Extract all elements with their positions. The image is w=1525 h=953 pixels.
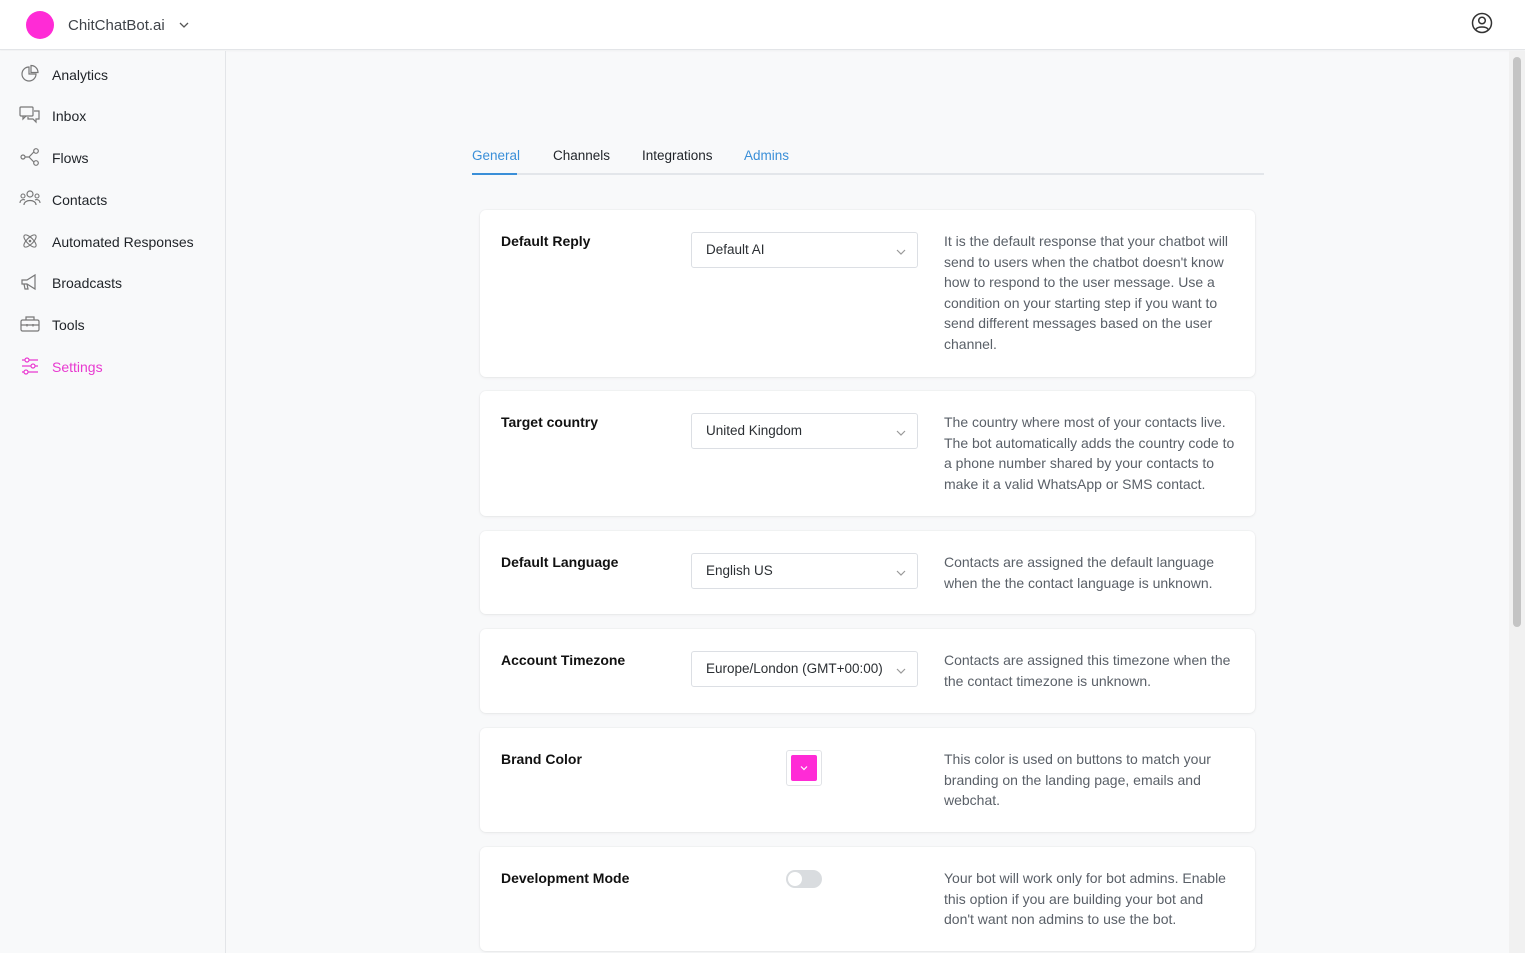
brand-color-card: Brand Color This color is used on button…	[480, 728, 1255, 832]
sidebar-item-label: Broadcasts	[52, 275, 123, 291]
sidebar-item-inbox[interactable]: Inbox	[0, 98, 225, 134]
brand-color-picker[interactable]	[786, 750, 822, 786]
brand-name: ChitChatBot.ai	[68, 16, 165, 34]
account-timezone-title: Account Timezone	[501, 652, 626, 668]
sidebar-item-contacts[interactable]: Contacts	[0, 182, 225, 218]
default-language-card: Default Language English US Contacts are…	[480, 531, 1255, 614]
chevron-down-icon	[895, 426, 907, 438]
atom-icon	[19, 230, 41, 252]
chevron-down-icon	[800, 766, 808, 771]
scrollbar-thumb[interactable]	[1513, 57, 1521, 627]
development-mode-card: Development Mode Your bot will work only…	[480, 847, 1255, 951]
default-reply-title: Default Reply	[501, 233, 591, 249]
active-tab-indicator	[472, 173, 517, 175]
target-country-title: Target country	[501, 414, 598, 430]
main-content: General Channels Integrations Admins Def…	[227, 51, 1509, 953]
page-scrollbar[interactable]	[1509, 51, 1525, 953]
workspace-switcher[interactable]: ChitChatBot.ai	[26, 10, 191, 40]
sidebar-item-broadcasts[interactable]: Broadcasts	[0, 265, 225, 301]
tab-general[interactable]: General	[472, 148, 520, 163]
development-mode-description: Your bot will work only for bot admins. …	[944, 870, 1226, 927]
chevron-down-icon	[177, 18, 191, 32]
toolbox-icon	[19, 313, 41, 335]
brand-color-description: This color is used on buttons to match y…	[944, 751, 1211, 808]
sidebar-item-label: Automated Responses	[52, 234, 194, 250]
chat-bubbles-icon	[19, 104, 41, 126]
sidebar: Analytics Inbox Flows Contacts Automated…	[0, 51, 226, 953]
default-reply-card: Default Reply Default AI It is the defau…	[480, 210, 1255, 377]
settings-tabs: General Channels Integrations Admins	[472, 138, 1264, 175]
tab-channels[interactable]: Channels	[553, 148, 610, 163]
development-mode-title: Development Mode	[501, 870, 630, 886]
default-language-title: Default Language	[501, 554, 619, 570]
sidebar-item-label: Tools	[52, 317, 85, 333]
account-timezone-description: Contacts are assigned this timezone when…	[944, 652, 1231, 689]
sidebar-item-label: Flows	[52, 150, 89, 166]
account-timezone-select[interactable]: Europe/London (GMT+00:00)	[691, 651, 918, 687]
tab-admins[interactable]: Admins	[744, 148, 789, 163]
default-language-select[interactable]: English US	[691, 553, 918, 589]
sidebar-item-label: Analytics	[52, 67, 109, 83]
default-language-value: English US	[706, 563, 773, 578]
target-country-card: Target country United Kingdom The countr…	[480, 391, 1255, 516]
brand-color-title: Brand Color	[501, 751, 582, 767]
people-icon	[19, 188, 41, 210]
sidebar-item-flows[interactable]: Flows	[0, 140, 225, 176]
toggle-knob	[788, 872, 802, 886]
target-country-select[interactable]: United Kingdom	[691, 413, 918, 449]
top-bar: ChitChatBot.ai	[0, 0, 1525, 50]
sidebar-item-automated-responses[interactable]: Automated Responses	[0, 224, 225, 260]
sidebar-item-tools[interactable]: Tools	[0, 307, 225, 343]
pie-chart-icon	[19, 63, 41, 85]
sliders-icon	[19, 355, 41, 377]
default-reply-description: It is the default response that your cha…	[944, 233, 1229, 352]
sidebar-item-label: Contacts	[52, 192, 108, 208]
user-circle-icon[interactable]	[1469, 10, 1495, 36]
account-timezone-card: Account Timezone Europe/London (GMT+00:0…	[480, 629, 1255, 713]
sidebar-item-settings[interactable]: Settings	[0, 349, 225, 385]
brand-color-swatch	[791, 755, 817, 781]
development-mode-toggle[interactable]	[786, 870, 822, 888]
chevron-down-icon	[895, 566, 907, 578]
sidebar-item-label: Settings	[52, 359, 103, 375]
flow-nodes-icon	[19, 146, 41, 168]
default-language-description: Contacts are assigned the default langua…	[944, 554, 1215, 591]
chevron-down-icon	[895, 664, 907, 676]
account-timezone-value: Europe/London (GMT+00:00)	[706, 661, 883, 676]
default-reply-value: Default AI	[706, 242, 765, 257]
target-country-description: The country where most of your contacts …	[944, 414, 1235, 492]
target-country-value: United Kingdom	[706, 423, 803, 438]
sidebar-item-label: Inbox	[52, 108, 87, 124]
brand-logo	[26, 11, 54, 39]
default-reply-select[interactable]: Default AI	[691, 232, 918, 268]
chevron-down-icon	[895, 245, 907, 257]
sidebar-item-analytics[interactable]: Analytics	[0, 57, 225, 93]
megaphone-icon	[19, 271, 41, 293]
tab-integrations[interactable]: Integrations	[642, 148, 713, 163]
